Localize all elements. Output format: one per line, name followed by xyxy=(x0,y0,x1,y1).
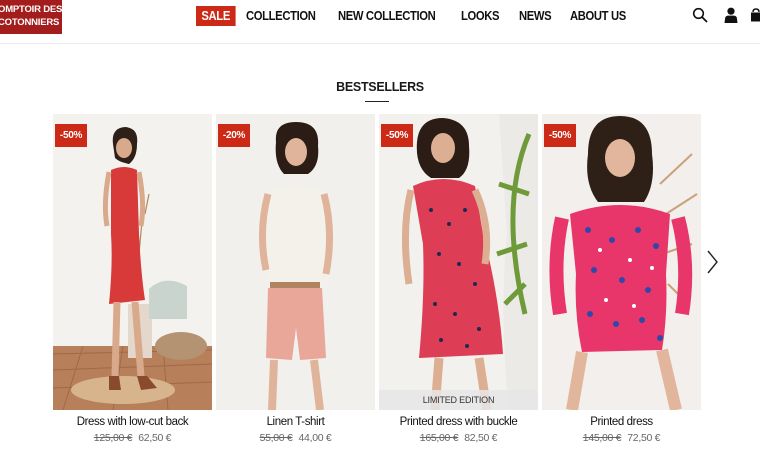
original-price: 125,00 € xyxy=(93,432,133,444)
product-name[interactable]: Printed dress with buckle xyxy=(379,416,538,428)
product-carousel: -50% Dress with low-cut back 125,00 € 62,… xyxy=(53,114,703,450)
original-price: 145,00 € xyxy=(582,432,622,444)
product-card[interactable]: -50% LIMITED EDITION Printed dress with … xyxy=(379,114,538,450)
product-card[interactable]: -50% Dress with low-cut back 125,00 € 62,… xyxy=(53,114,212,450)
original-price: 55,00 € xyxy=(259,432,293,444)
discount-badge: -20% xyxy=(218,124,250,147)
account-icon[interactable] xyxy=(722,6,740,24)
search-icon[interactable] xyxy=(691,6,709,24)
brand-logo[interactable]: OMPTOIR DES COTONNIERS xyxy=(0,0,62,34)
brand-logo-line2: COTONNIERS xyxy=(0,17,60,28)
section-title: BESTSELLERS xyxy=(336,80,424,94)
main-nav: SALE COLLECTION NEW COLLECTION LOOKS NEW… xyxy=(196,5,647,27)
sale-price: 62,50 € xyxy=(138,432,172,444)
sale-price: 82,50 € xyxy=(464,432,498,444)
nav-news[interactable]: NEWS xyxy=(519,9,552,23)
product-card[interactable]: -20% Linen T-shirt 55,00 € 44,00 € xyxy=(216,114,375,450)
discount-badge: -50% xyxy=(55,124,87,147)
product-name[interactable]: Dress with low-cut back xyxy=(53,416,212,428)
nav-looks[interactable]: LOOKS xyxy=(461,9,500,23)
sale-price: 72,50 € xyxy=(627,432,661,444)
chevron-right-icon[interactable] xyxy=(704,249,720,275)
nav-collection[interactable]: COLLECTION xyxy=(246,9,316,23)
cart-icon[interactable] xyxy=(751,6,760,24)
original-price: 165,00 € xyxy=(419,432,459,444)
header-icons xyxy=(678,6,760,24)
discount-badge: -50% xyxy=(544,124,576,147)
nav-about-us[interactable]: ABOUT US xyxy=(570,9,626,23)
product-image[interactable]: -50% LIMITED EDITION xyxy=(379,114,538,410)
limited-edition-tag: LIMITED EDITION xyxy=(379,390,538,410)
product-prices: 165,00 € 82,50 € xyxy=(379,432,538,444)
nav-sale[interactable]: SALE xyxy=(196,6,236,26)
product-name[interactable]: Printed dress xyxy=(542,416,701,428)
product-card[interactable]: -50% Printed dress 145,00 € 72,50 € xyxy=(542,114,701,450)
product-image[interactable]: -50% xyxy=(53,114,212,410)
product-image[interactable]: -20% xyxy=(216,114,375,410)
discount-badge: -50% xyxy=(381,124,413,147)
section-title-underline xyxy=(365,101,389,102)
site-header: OMPTOIR DES COTONNIERS SALE COLLECTION N… xyxy=(0,0,760,44)
product-name[interactable]: Linen T-shirt xyxy=(216,416,375,428)
product-prices: 55,00 € 44,00 € xyxy=(216,432,375,444)
brand-logo-line1: OMPTOIR DES xyxy=(0,4,62,15)
sale-price: 44,00 € xyxy=(298,432,332,444)
product-prices: 125,00 € 62,50 € xyxy=(53,432,212,444)
product-prices: 145,00 € 72,50 € xyxy=(542,432,701,444)
product-image[interactable]: -50% xyxy=(542,114,701,410)
nav-new-collection[interactable]: NEW COLLECTION xyxy=(338,9,436,23)
